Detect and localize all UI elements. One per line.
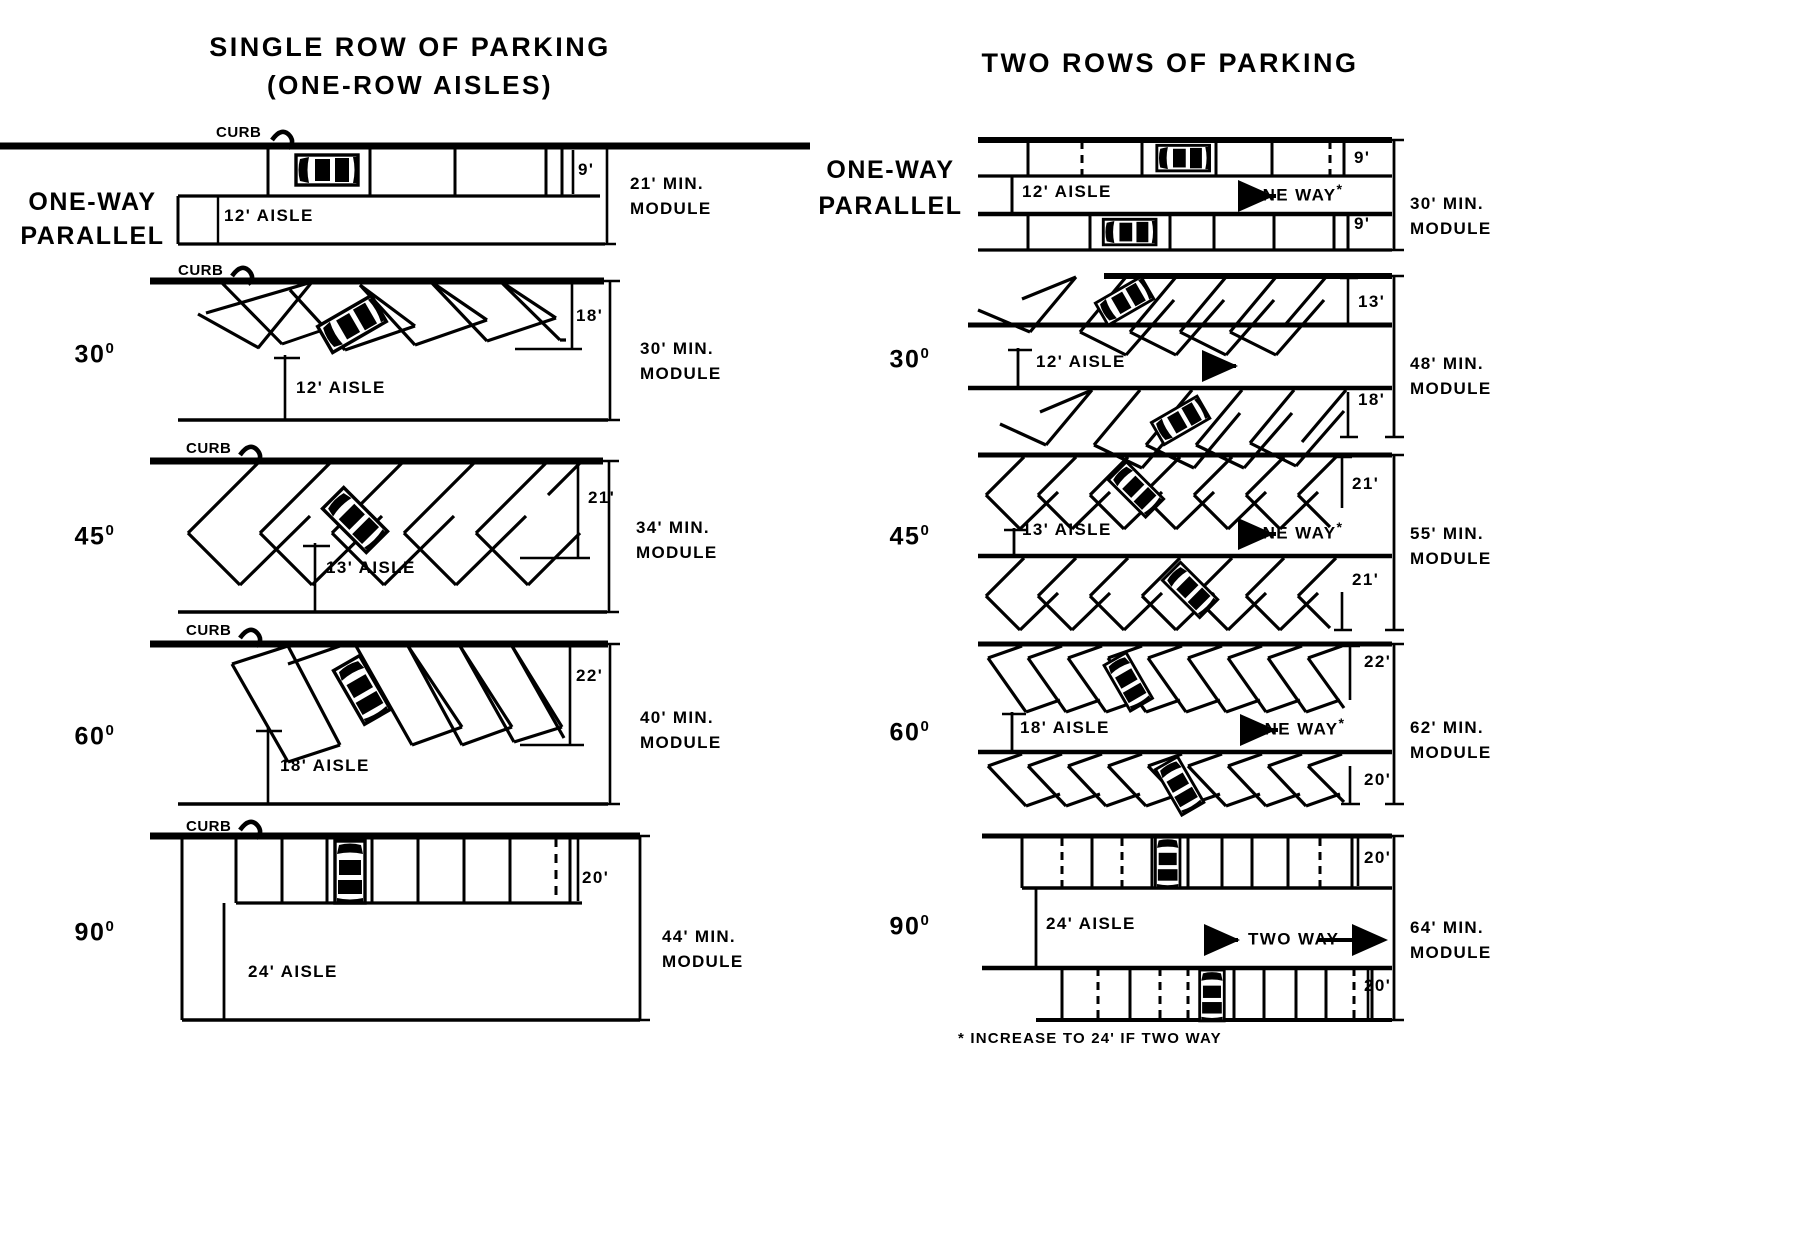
depth-label-parallel-left: 9' xyxy=(578,160,595,179)
aisle-label-30-left: 12' AISLE xyxy=(296,378,386,397)
depth-label-45-left: 21' xyxy=(588,488,616,507)
curb-hooks xyxy=(230,129,295,840)
aisle-label-90-right: 24' AISLE xyxy=(1046,914,1136,933)
direction-text: ONE WAY xyxy=(1248,523,1337,543)
aisle-label-60-right: 18' AISLE xyxy=(1020,718,1110,737)
depth-top-label-60-right: 22' xyxy=(1364,652,1392,671)
direction-text: ONE WAY xyxy=(1250,719,1339,739)
depth-top-label-30-right: 13' xyxy=(1358,292,1386,311)
depth-top-label-45-right: 21' xyxy=(1352,474,1380,493)
depth-bottom-label-parallel-right: 9' xyxy=(1354,214,1371,233)
depth-bottom-label-60-right: 20' xyxy=(1364,770,1392,789)
depth-bottom-label-30-right: 18' xyxy=(1358,390,1386,409)
direction-label-parallel-right: ONE WAY* xyxy=(1248,182,1343,206)
depth-bottom-label-90-right: 20' xyxy=(1364,976,1392,995)
aisle-label-parallel-left: 12' AISLE xyxy=(224,206,314,225)
direction-label-45-right: ONE WAY* xyxy=(1248,520,1343,544)
footnote-marker: * xyxy=(1336,182,1344,198)
depth-bottom-label-45-right: 21' xyxy=(1352,570,1380,589)
footnote-marker: * xyxy=(1338,716,1346,732)
depth-label-90-left: 20' xyxy=(582,868,610,887)
depth-label-30-left: 18' xyxy=(576,306,604,325)
aisle-label-parallel-right: 12' AISLE xyxy=(1022,182,1112,201)
direction-text: TWO WAY xyxy=(1248,929,1340,949)
aisle-label-45-right: 13' AISLE xyxy=(1022,520,1112,539)
depth-top-label-parallel-right: 9' xyxy=(1354,148,1371,167)
aisle-label-30-right: 12' AISLE xyxy=(1036,352,1126,371)
direction-label-90-right: TWO WAY xyxy=(1248,926,1339,950)
aisle-label-90-left: 24' AISLE xyxy=(248,962,338,981)
direction-text: ONE WAY xyxy=(1248,185,1337,205)
depth-label-60-left: 22' xyxy=(576,666,604,685)
depth-top-label-90-right: 20' xyxy=(1364,848,1392,867)
diagram-sheet: SINGLE ROW OF PARKING (ONE-ROW AISLES) T… xyxy=(0,0,1800,1247)
aisle-label-45-left: 13' AISLE xyxy=(326,558,416,577)
footnote-marker: * xyxy=(1336,520,1344,536)
aisle-label-60-left: 18' AISLE xyxy=(280,756,370,775)
direction-label-60-right: ONE WAY* xyxy=(1250,716,1345,740)
